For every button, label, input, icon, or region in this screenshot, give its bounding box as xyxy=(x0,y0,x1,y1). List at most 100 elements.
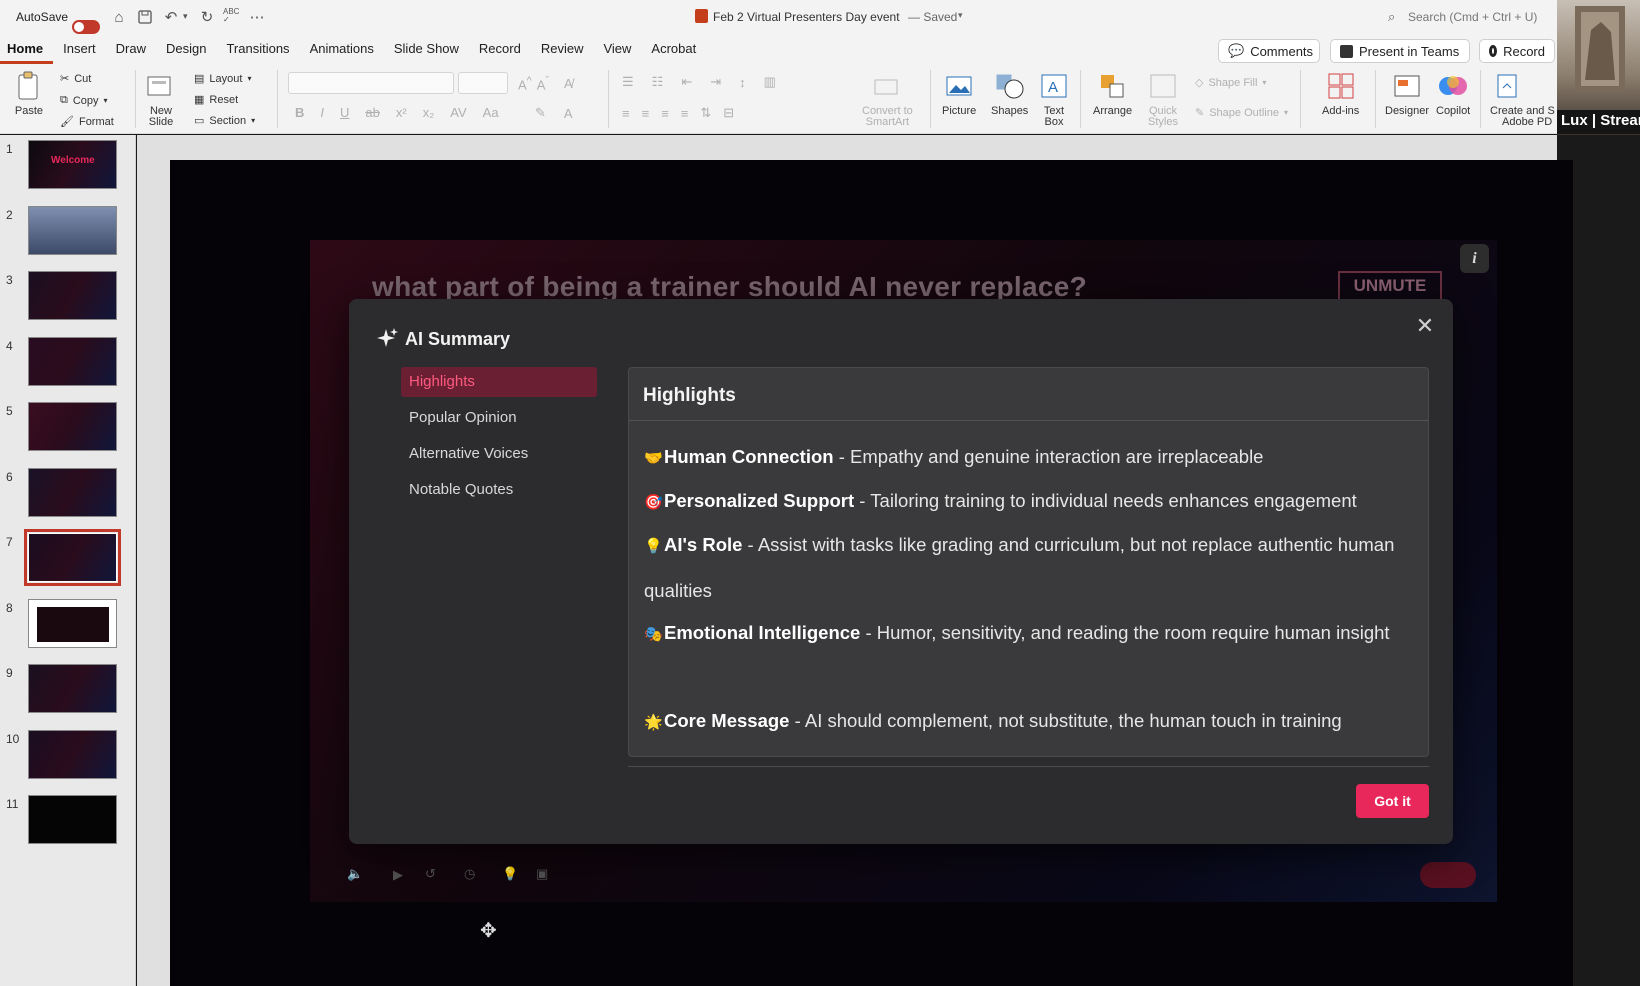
align-text-icon[interactable]: ⊟ xyxy=(723,105,734,121)
tab-record[interactable]: Record xyxy=(469,34,531,64)
font-size-select[interactable] xyxy=(458,72,508,94)
format-painter-button[interactable]: 🖌 Format xyxy=(60,115,114,129)
indent-icon[interactable]: ⇥ xyxy=(710,74,721,90)
undo-dropdown-icon[interactable]: ▾ xyxy=(183,11,188,22)
tab-insert[interactable]: Insert xyxy=(53,34,106,64)
add-ins-button[interactable]: Add-ins xyxy=(1322,70,1359,117)
shape-fill-button[interactable]: ◇ Shape Fill ▾ xyxy=(1195,76,1266,90)
tab-animations[interactable]: Animations xyxy=(300,34,384,64)
designer-button[interactable]: Designer xyxy=(1385,70,1429,117)
tab-transitions[interactable]: Transitions xyxy=(216,34,299,64)
shapes-button[interactable]: Shapes xyxy=(991,70,1028,117)
shrink-font-icon[interactable]: Aˇ xyxy=(537,75,549,92)
copy-dropdown-icon[interactable]: ▾ xyxy=(104,96,108,105)
quick-styles-button[interactable]: Quick Styles xyxy=(1146,70,1180,128)
outdent-icon[interactable]: ⇤ xyxy=(681,74,692,90)
exit-button[interactable] xyxy=(1420,862,1476,888)
bullets-icon[interactable]: ☰ xyxy=(622,74,634,90)
nav-highlights[interactable]: Highlights xyxy=(401,367,597,397)
slide-thumbnail-11[interactable] xyxy=(28,795,117,844)
redo-icon[interactable]: ↻ xyxy=(196,6,218,28)
record-button[interactable]: Record xyxy=(1479,39,1555,63)
undo-icon[interactable]: ↶ xyxy=(160,6,182,28)
italic-icon[interactable]: I xyxy=(320,105,324,120)
numbering-icon[interactable]: ☷ xyxy=(652,74,664,90)
slide-thumbnail-9[interactable] xyxy=(28,664,117,713)
tab-acrobat[interactable]: Acrobat xyxy=(641,34,706,64)
nav-notable-quotes[interactable]: Notable Quotes xyxy=(401,475,597,505)
font-family-select[interactable] xyxy=(288,72,454,94)
superscript-icon[interactable]: x² xyxy=(396,105,407,120)
convert-smartart-button[interactable]: Convert to SmartArt xyxy=(862,70,913,128)
grow-font-icon[interactable]: A^ xyxy=(518,75,532,92)
paste-button[interactable]: Paste xyxy=(12,70,46,117)
highlights-panel[interactable]: Highlights 🤝Human Connection - Empathy a… xyxy=(628,367,1429,757)
copy-button[interactable]: ⧉ Copy ▾ xyxy=(60,94,108,107)
arrange-button[interactable]: Arrange xyxy=(1093,70,1132,117)
slide-thumbnail-panel[interactable]: 1 Welcome 2 3 4 5 6 7 8 9 10 11 xyxy=(0,135,136,986)
slide-thumbnail-7[interactable] xyxy=(24,529,121,586)
line-spacing-icon[interactable]: ↕ xyxy=(739,75,746,90)
title-dropdown-icon[interactable]: ▾ xyxy=(958,10,963,21)
layout-button[interactable]: ▤ Layout ▾ xyxy=(194,72,251,86)
replay-icon[interactable]: ↺ xyxy=(425,866,436,882)
timer-icon[interactable]: ◷ xyxy=(464,866,475,882)
slide-thumbnail-4[interactable] xyxy=(28,336,117,386)
home-icon[interactable]: ⌂ xyxy=(108,6,130,28)
close-icon[interactable]: ✕ xyxy=(1414,315,1436,337)
comments-button[interactable]: 💬 Comments xyxy=(1218,39,1320,63)
change-case-icon[interactable]: Aa xyxy=(483,105,499,120)
document-title[interactable]: Feb 2 Virtual Presenters Day event xyxy=(713,10,900,24)
tab-review[interactable]: Review xyxy=(531,34,594,64)
picture-button[interactable]: Picture xyxy=(942,70,976,117)
bold-icon[interactable]: B xyxy=(295,105,304,120)
slide-thumbnail-5[interactable] xyxy=(28,402,117,451)
slide-thumbnail-6[interactable] xyxy=(28,467,117,517)
tab-draw[interactable]: Draw xyxy=(106,34,156,64)
align-right-icon[interactable]: ≡ xyxy=(661,106,669,121)
highlight-icon[interactable]: ✎ xyxy=(535,105,546,121)
strikethrough-icon[interactable]: ab xyxy=(365,105,379,120)
new-slide-button[interactable]: New Slide xyxy=(144,70,178,128)
volume-icon[interactable]: 🔈 xyxy=(347,866,363,882)
columns-icon[interactable]: ▥ xyxy=(764,74,776,90)
clear-format-icon[interactable]: A̸ xyxy=(564,76,573,91)
tab-slide-show[interactable]: Slide Show xyxy=(384,34,469,64)
image-icon[interactable]: ▣ xyxy=(536,866,548,882)
lightbulb-icon[interactable]: 💡 xyxy=(502,866,518,882)
autosave-toggle[interactable] xyxy=(72,20,100,34)
text-direction-icon[interactable]: ⇅ xyxy=(700,105,711,121)
present-in-teams-button[interactable]: Present in Teams xyxy=(1330,39,1470,63)
font-color-icon[interactable]: A xyxy=(564,106,573,121)
tab-home[interactable]: Home xyxy=(0,34,54,64)
tab-view[interactable]: View xyxy=(593,34,641,64)
info-button[interactable]: i xyxy=(1460,244,1489,273)
char-spacing-icon[interactable]: AV xyxy=(450,105,466,120)
slide-thumbnail-10[interactable] xyxy=(28,729,117,779)
nav-alternative-voices[interactable]: Alternative Voices xyxy=(401,439,597,469)
more-icon[interactable]: ⋯ xyxy=(246,6,268,28)
underline-icon[interactable]: U xyxy=(340,105,349,120)
got-it-button[interactable]: Got it xyxy=(1356,784,1429,818)
justify-icon[interactable]: ≡ xyxy=(681,106,689,121)
slide-thumbnail-3[interactable] xyxy=(28,271,117,320)
tab-design[interactable]: Design xyxy=(156,34,216,64)
reset-button[interactable]: ▦ Reset xyxy=(194,93,238,107)
save-icon[interactable] xyxy=(134,6,156,28)
create-adobe-pdf-button[interactable]: Create and S Adobe PD xyxy=(1490,70,1555,128)
section-button[interactable]: ▭ Section ▾ xyxy=(194,114,255,128)
play-icon[interactable]: ▶ xyxy=(393,867,403,883)
spelling-icon[interactable]: ABC ✓ xyxy=(223,8,239,24)
slide-thumbnail-2[interactable] xyxy=(28,205,117,255)
text-box-button[interactable]: A Text Box xyxy=(1037,70,1071,128)
shape-outline-button[interactable]: ✎ Shape Outline ▾ xyxy=(1195,106,1288,120)
subscript-icon[interactable]: x₂ xyxy=(423,105,435,120)
nav-popular-opinion[interactable]: Popular Opinion xyxy=(401,403,597,433)
slide-thumbnail-1[interactable]: Welcome xyxy=(28,140,117,189)
search-input[interactable]: Search (Cmd + Ctrl + U) xyxy=(1408,10,1537,24)
slide-thumbnail-8[interactable] xyxy=(28,598,117,648)
copilot-button[interactable]: Copilot xyxy=(1436,70,1470,117)
align-center-icon[interactable]: ≡ xyxy=(642,106,650,121)
cut-button[interactable]: ✂ Cut xyxy=(60,72,91,86)
align-left-icon[interactable]: ≡ xyxy=(622,106,630,121)
